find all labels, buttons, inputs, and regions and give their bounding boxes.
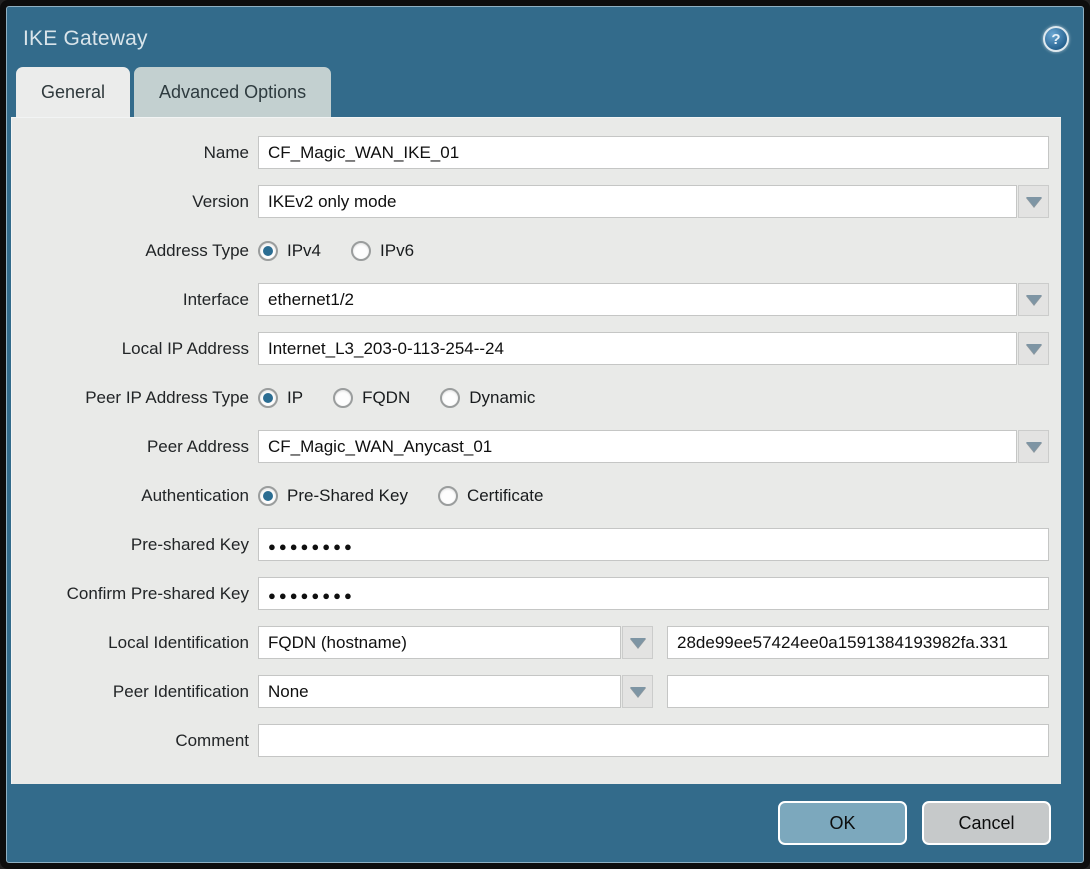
radio-unselected-icon (351, 240, 372, 261)
ike-gateway-dialog: IKE Gateway ? General Advanced Options N… (6, 6, 1084, 863)
peer-address-row: Peer Address (12, 430, 1055, 463)
radio-unselected-icon (437, 485, 458, 506)
pre-shared-key-input[interactable] (258, 528, 1049, 561)
chevron-down-icon (1025, 343, 1042, 354)
chevron-down-icon (629, 637, 646, 648)
footer: OK Cancel (7, 784, 1083, 862)
peer-identification-value-input[interactable] (667, 675, 1049, 708)
address-type-label: Address Type (145, 240, 249, 260)
version-dropdown-button[interactable] (1018, 185, 1049, 218)
tab-advanced-options[interactable]: Advanced Options (134, 67, 332, 117)
authentication-row: Authentication Pre-Shared Key Certificat… (12, 479, 1055, 512)
radio-peer-fqdn[interactable]: FQDN (333, 387, 411, 408)
help-icon[interactable]: ? (1043, 26, 1069, 52)
interface-dropdown-button[interactable] (1018, 283, 1049, 316)
form-body: Name Version Address Type (11, 117, 1061, 784)
local-ip-select[interactable] (258, 332, 1017, 365)
local-ip-label: Local IP Address (121, 338, 249, 358)
peer-address-label: Peer Address (146, 436, 249, 456)
interface-select[interactable] (258, 283, 1017, 316)
name-label: Name (203, 142, 249, 162)
radio-peer-ip[interactable]: IP (258, 387, 304, 408)
peer-address-select[interactable] (258, 430, 1017, 463)
radio-peer-dynamic-label: Dynamic (469, 387, 536, 407)
version-select[interactable] (258, 185, 1017, 218)
radio-certificate-label: Certificate (466, 485, 544, 505)
local-identification-type-select[interactable] (258, 626, 621, 659)
radio-unselected-icon (440, 387, 461, 408)
radio-selected-icon (258, 387, 278, 408)
local-identification-value-input[interactable] (667, 626, 1049, 659)
peer-identification-row: Peer Identification (12, 675, 1055, 708)
radio-pre-shared-key[interactable]: Pre-Shared Key (258, 485, 408, 506)
radio-certificate[interactable]: Certificate (437, 485, 544, 506)
pre-shared-key-row: Pre-shared Key (12, 528, 1055, 561)
peer-identification-dropdown-button[interactable] (622, 675, 653, 708)
peer-ip-type-label: Peer IP Address Type (85, 387, 249, 407)
tab-bar: General Advanced Options (7, 61, 1083, 117)
titlebar: IKE Gateway ? (7, 7, 1083, 61)
peer-ip-type-row: Peer IP Address Type IP FQDN Dynamic (12, 381, 1055, 414)
confirm-pre-shared-key-label: Confirm Pre-shared Key (66, 583, 249, 603)
radio-selected-icon (258, 240, 278, 261)
tab-general[interactable]: General (16, 67, 131, 117)
radio-selected-icon (258, 485, 278, 506)
peer-identification-label: Peer Identification (112, 681, 249, 701)
radio-peer-dynamic[interactable]: Dynamic (440, 387, 536, 408)
confirm-pre-shared-key-input[interactable] (258, 577, 1049, 610)
ok-button[interactable]: OK (778, 801, 907, 845)
dialog-title: IKE Gateway (23, 27, 148, 50)
local-identification-label: Local Identification (108, 632, 249, 652)
local-identification-dropdown-button[interactable] (622, 626, 653, 659)
radio-ipv4[interactable]: IPv4 (258, 240, 322, 261)
interface-row: Interface (12, 283, 1055, 316)
cancel-button[interactable]: Cancel (922, 801, 1051, 845)
local-ip-row: Local IP Address (12, 332, 1055, 365)
screen: IKE Gateway ? General Advanced Options N… (0, 0, 1090, 869)
comment-input[interactable] (258, 724, 1049, 757)
pre-shared-key-label: Pre-shared Key (130, 534, 249, 554)
radio-peer-fqdn-label: FQDN (362, 387, 411, 407)
chevron-down-icon (1025, 294, 1042, 305)
version-row: Version (12, 185, 1055, 218)
address-type-row: Address Type IPv4 IPv6 (12, 234, 1055, 267)
comment-row: Comment (12, 724, 1055, 757)
interface-label: Interface (182, 289, 249, 309)
chevron-down-icon (1025, 441, 1042, 452)
peer-address-dropdown-button[interactable] (1018, 430, 1049, 463)
authentication-label: Authentication (141, 485, 249, 505)
radio-ipv6[interactable]: IPv6 (351, 240, 415, 261)
radio-unselected-icon (333, 387, 354, 408)
local-ip-dropdown-button[interactable] (1018, 332, 1049, 365)
chevron-down-icon (1025, 196, 1042, 207)
confirm-pre-shared-key-row: Confirm Pre-shared Key (12, 577, 1055, 610)
radio-ipv4-label: IPv4 (287, 240, 322, 260)
version-label: Version (192, 191, 249, 211)
peer-identification-type-select[interactable] (258, 675, 621, 708)
radio-ipv6-label: IPv6 (380, 240, 415, 260)
name-input[interactable] (258, 136, 1049, 169)
radio-peer-ip-label: IP (287, 387, 304, 407)
comment-label: Comment (175, 730, 249, 750)
name-row: Name (12, 136, 1055, 169)
chevron-down-icon (629, 686, 646, 697)
radio-psk-label: Pre-Shared Key (287, 485, 408, 505)
local-identification-row: Local Identification (12, 626, 1055, 659)
